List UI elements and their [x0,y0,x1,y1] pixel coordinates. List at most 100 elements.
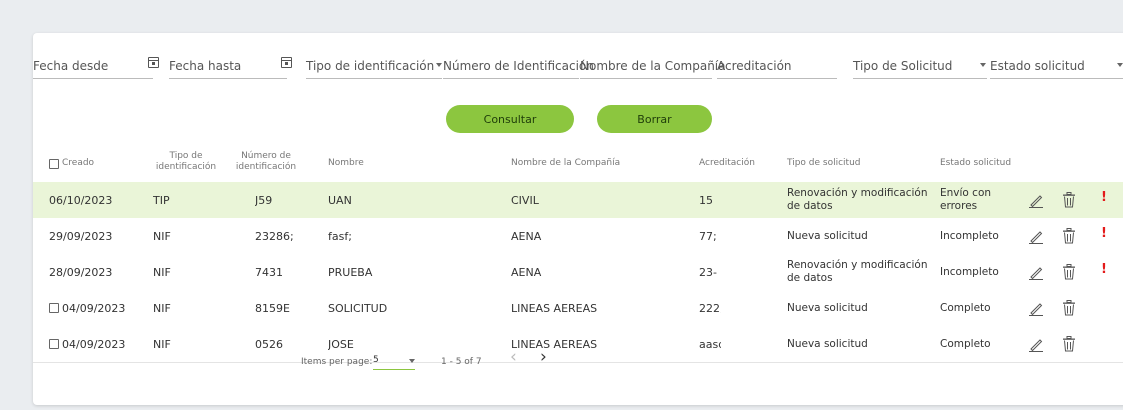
cell-acreditacion: 222; [699,301,721,315]
creado-value: 04/09/2023 [62,337,126,351]
cell-tipo-identificacion: NIF [153,301,171,315]
cell-compania: AENA [511,229,542,243]
cell-numero-identificacion: 8159E [255,301,290,315]
cell-nombre: UAN [328,193,352,207]
cell-acreditacion: aasd [699,337,721,351]
fecha-hasta-label: Fecha hasta [169,59,242,73]
page-size-select[interactable]: 5 [373,353,415,370]
cell-tipo-identificacion: NIF [153,265,171,279]
header-acreditacion[interactable]: Acreditación [699,158,755,169]
cell-creado: 28/09/2023 [49,254,149,290]
items-per-page-label: Items per page: [301,357,373,367]
pencil-icon[interactable] [1028,228,1044,244]
caret-down-icon [409,359,415,363]
warning-icon: ! [1101,226,1107,241]
cell-tipo-identificacion: NIF [153,337,171,351]
next-page-icon[interactable]: › [540,349,547,366]
acreditacion-label: Acreditación [717,59,792,73]
table-row[interactable]: 28/09/2023 NIF 7431 PRUEBA AENA 23- Reno… [33,254,1123,291]
estado-solicitud-select[interactable]: Estado solicitud [990,56,1123,79]
creado-value: 29/09/2023 [49,229,113,243]
header-numero-identificacion[interactable]: Número de identificación [229,151,303,173]
cell-tipo-solicitud: Nueva solicitud [787,229,868,242]
cell-tipo-identificacion: NIF [153,229,171,243]
creado-value: 06/10/2023 [49,193,113,207]
row-checkbox[interactable] [49,303,59,313]
cell-estado: Incompleto [940,229,999,242]
pencil-icon[interactable] [1028,300,1044,316]
cell-creado: 06/10/2023 [49,182,149,218]
borrar-button[interactable]: Borrar [597,105,712,133]
table-row[interactable]: 06/10/2023 TIP J59 UAN CIVIL 15 Renovaci… [33,182,1123,219]
numero-identificacion-field[interactable]: Número de Identificación [443,56,594,79]
caret-down-icon [980,63,986,67]
cell-estado: Envío con errores [940,187,992,212]
creado-value: 28/09/2023 [49,265,113,279]
cell-estado: Completo [940,301,991,314]
pagination-range: 1 - 5 of 7 [441,357,482,367]
calendar-icon[interactable] [148,57,159,68]
consultar-button[interactable]: Consultar [446,105,574,133]
tipo-solicitud-select[interactable]: Tipo de Solicitud [853,56,987,79]
cell-tipo-solicitud: Nueva solicitud [787,337,868,350]
header-compania[interactable]: Nombre de la Compañía [511,158,620,169]
cell-compania: CIVIL [511,193,539,207]
trash-icon[interactable] [1062,192,1076,208]
nombre-compania-label: Nombre de la Compañía [580,59,726,73]
fecha-desde-field[interactable]: Fecha desde [33,56,159,79]
tipo-solicitud-label: Tipo de Solicitud [853,59,953,73]
cell-tipo-solicitud: Nueva solicitud [787,301,868,314]
tipo-identificacion-label: Tipo de identificación [306,59,435,73]
trash-icon[interactable] [1062,228,1076,244]
row-checkbox[interactable] [49,339,59,349]
cell-acreditacion: 23- [699,265,717,279]
fecha-desde-label: Fecha desde [33,59,109,73]
calendar-icon[interactable] [281,57,292,68]
caret-down-icon [436,63,442,67]
pencil-icon[interactable] [1028,264,1044,280]
cell-compania: AENA [511,265,542,279]
cell-tipo-solicitud: Renovación y modificación de datos [787,259,928,284]
table-row[interactable]: 29/09/2023 NIF 23286; fasf; AENA 77; Nue… [33,218,1123,255]
numero-identificacion-label: Número de Identificación [443,59,594,73]
cell-tipo-solicitud: Renovación y modificación de datos [787,187,928,212]
pencil-icon[interactable] [1028,336,1044,352]
cell-compania: LINEAS AEREAS [511,337,598,351]
prev-page-icon[interactable]: ‹ [510,349,517,366]
results-card: Fecha desde Fecha hasta Tipo de identifi… [33,33,1123,405]
cell-numero-identificacion: 7431 [255,265,283,279]
trash-icon[interactable] [1062,300,1076,316]
cell-numero-identificacion: J59 [255,193,273,207]
table-row[interactable]: 04/09/2023 NIF 0526 JOSE LINEAS AEREAS a… [33,326,1123,363]
pencil-icon[interactable] [1028,192,1044,208]
header-creado-label: Creado [62,158,95,168]
table-row[interactable]: 04/09/2023 NIF 8159E SOLICITUD LINEAS AE… [33,290,1123,327]
tipo-identificacion-select[interactable]: Tipo de identificación [306,56,442,79]
cell-nombre: PRUEBA [328,265,373,279]
header-tipo-identificacion[interactable]: Tipo de identificación [151,151,221,173]
cell-nombre: SOLICITUD [328,301,388,315]
estado-solicitud-label: Estado solicitud [990,59,1085,73]
trash-icon[interactable] [1062,264,1076,280]
creado-value: 04/09/2023 [62,301,126,315]
cell-creado: 04/09/2023 [49,326,149,362]
cell-acreditacion: 77; [699,229,717,243]
nombre-compania-field[interactable]: Nombre de la Compañía [580,56,725,79]
header-nombre[interactable]: Nombre [328,158,364,169]
select-all-checkbox[interactable] [49,158,59,169]
cell-acreditacion: 15 [699,193,713,207]
cell-tipo-identificacion: TIP [153,193,170,207]
cell-nombre: fasf; [328,229,352,243]
header-estado[interactable]: Estado solicitud [940,158,1011,169]
trash-icon[interactable] [1062,336,1076,352]
cell-estado: Completo [940,337,991,350]
acreditacion-field[interactable]: Acreditación [717,56,837,79]
warning-icon: ! [1101,190,1107,205]
cell-creado: 29/09/2023 [49,218,149,254]
page-size-value: 5 [373,355,379,365]
cell-compania: LINEAS AEREAS [511,301,598,315]
header-creado[interactable]: Creado [49,158,94,169]
fecha-hasta-field[interactable]: Fecha hasta [169,56,292,79]
header-tipo-solicitud[interactable]: Tipo de solicitud [787,158,861,169]
cell-numero-identificacion: 0526 [255,337,283,351]
